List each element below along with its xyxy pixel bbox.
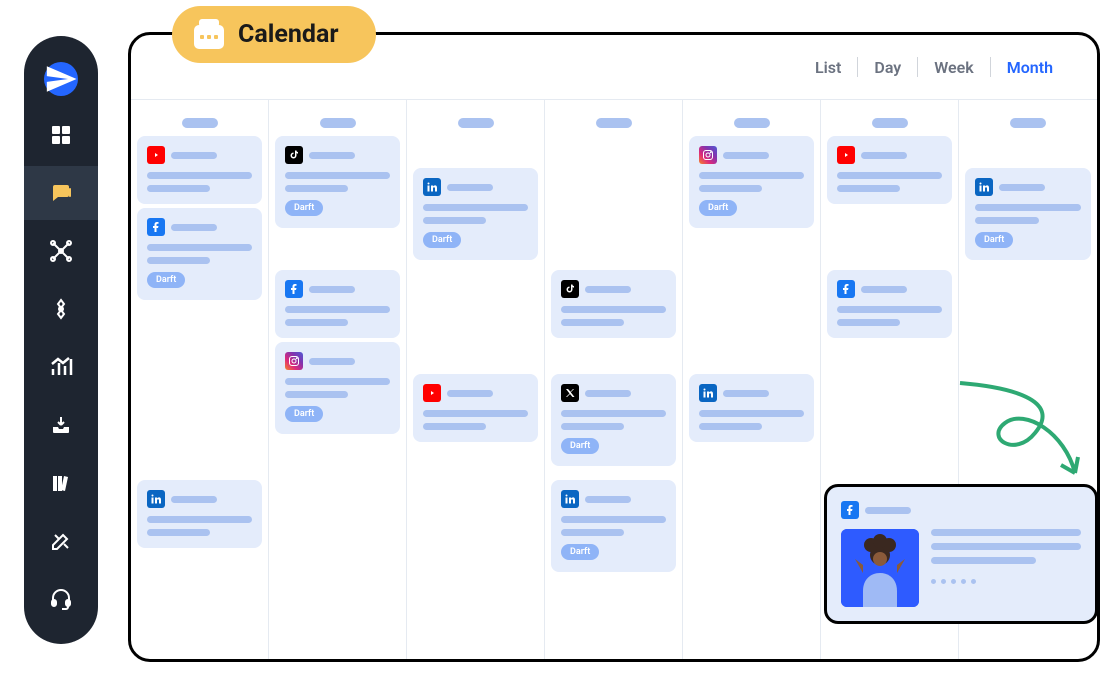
post-card[interactable] (827, 270, 952, 338)
draft-badge: Darft (699, 200, 737, 216)
facebook-icon (285, 280, 303, 298)
view-week[interactable]: Week (918, 58, 989, 77)
draft-badge: Darft (561, 544, 599, 560)
calendar-icon (194, 21, 224, 49)
post-card[interactable] (137, 480, 262, 548)
sidebar-item-network[interactable] (24, 224, 98, 278)
calendar-column: Darft (131, 100, 269, 659)
facebook-icon (841, 501, 859, 519)
view-toggle: ListDayWeekMonth (799, 57, 1069, 77)
instagram-icon (285, 352, 303, 370)
sidebar-item-conversations[interactable] (24, 166, 98, 220)
view-day[interactable]: Day (858, 58, 917, 77)
calendar-column: Darft Darft (545, 100, 683, 659)
post-card[interactable]: Darft (689, 136, 814, 228)
linkedin-icon (147, 490, 165, 508)
sidebar-item-tools[interactable] (24, 514, 98, 568)
day-header-placeholder (320, 118, 356, 128)
post-card[interactable]: Darft (413, 168, 538, 260)
sidebar (24, 36, 98, 644)
sidebar-item-support[interactable] (24, 572, 98, 626)
day-header-placeholder (182, 118, 218, 128)
post-card[interactable] (551, 270, 676, 338)
day-header-placeholder (458, 118, 494, 128)
x-icon (561, 384, 579, 402)
linkedin-icon (699, 384, 717, 402)
day-header-placeholder (596, 118, 632, 128)
draft-badge: Darft (975, 232, 1013, 248)
linkedin-icon (975, 178, 993, 196)
tiktok-icon (561, 280, 579, 298)
post-preview-popout[interactable] (824, 484, 1098, 624)
post-card[interactable] (827, 136, 952, 204)
post-card[interactable]: Darft (137, 208, 262, 300)
linkedin-icon (561, 490, 579, 508)
target-icon (49, 297, 73, 321)
day-header-placeholder (872, 118, 908, 128)
day-header-placeholder (1010, 118, 1046, 128)
calendar-column: Darft Darft (269, 100, 407, 659)
post-card[interactable] (689, 374, 814, 442)
post-card[interactable]: Darft (965, 168, 1091, 260)
youtube-icon (837, 146, 855, 164)
dashboard-icon (49, 123, 73, 147)
instagram-icon (699, 146, 717, 164)
sidebar-item-inbox[interactable] (24, 398, 98, 452)
sidebar-item-analytics[interactable] (24, 340, 98, 394)
post-card[interactable]: Darft (551, 374, 676, 466)
draft-badge: Darft (285, 200, 323, 216)
calendar-column: Darft (407, 100, 545, 659)
inbox-icon (49, 413, 73, 437)
sidebar-item-target[interactable] (24, 282, 98, 336)
day-header-placeholder (734, 118, 770, 128)
post-image (841, 529, 919, 607)
youtube-icon (423, 384, 441, 402)
tools-icon (49, 529, 73, 553)
support-icon (49, 587, 73, 611)
post-card[interactable]: Darft (275, 342, 400, 434)
tiktok-icon (285, 146, 303, 164)
post-card[interactable] (413, 374, 538, 442)
nav-send-icon[interactable] (44, 62, 78, 96)
post-card[interactable] (137, 136, 262, 204)
conversations-icon (49, 181, 73, 205)
sidebar-item-library[interactable] (24, 456, 98, 510)
network-icon (49, 239, 73, 263)
post-card[interactable]: Darft (551, 480, 676, 572)
analytics-icon (49, 355, 73, 379)
sidebar-item-dashboard[interactable] (24, 108, 98, 162)
draft-badge: Darft (423, 232, 461, 248)
calendar-title-badge: Calendar (172, 6, 376, 63)
facebook-icon (837, 280, 855, 298)
draft-badge: Darft (147, 272, 185, 288)
draft-badge: Darft (285, 406, 323, 422)
post-card[interactable]: Darft (275, 136, 400, 228)
post-text-placeholder (931, 529, 1081, 607)
calendar-column: Darft (683, 100, 821, 659)
post-card[interactable] (275, 270, 400, 338)
page-title: Calendar (238, 20, 338, 49)
library-icon (49, 471, 73, 495)
facebook-icon (147, 218, 165, 236)
draft-badge: Darft (561, 438, 599, 454)
youtube-icon (147, 146, 165, 164)
view-list[interactable]: List (799, 58, 857, 77)
linkedin-icon (423, 178, 441, 196)
view-month[interactable]: Month (991, 58, 1069, 77)
